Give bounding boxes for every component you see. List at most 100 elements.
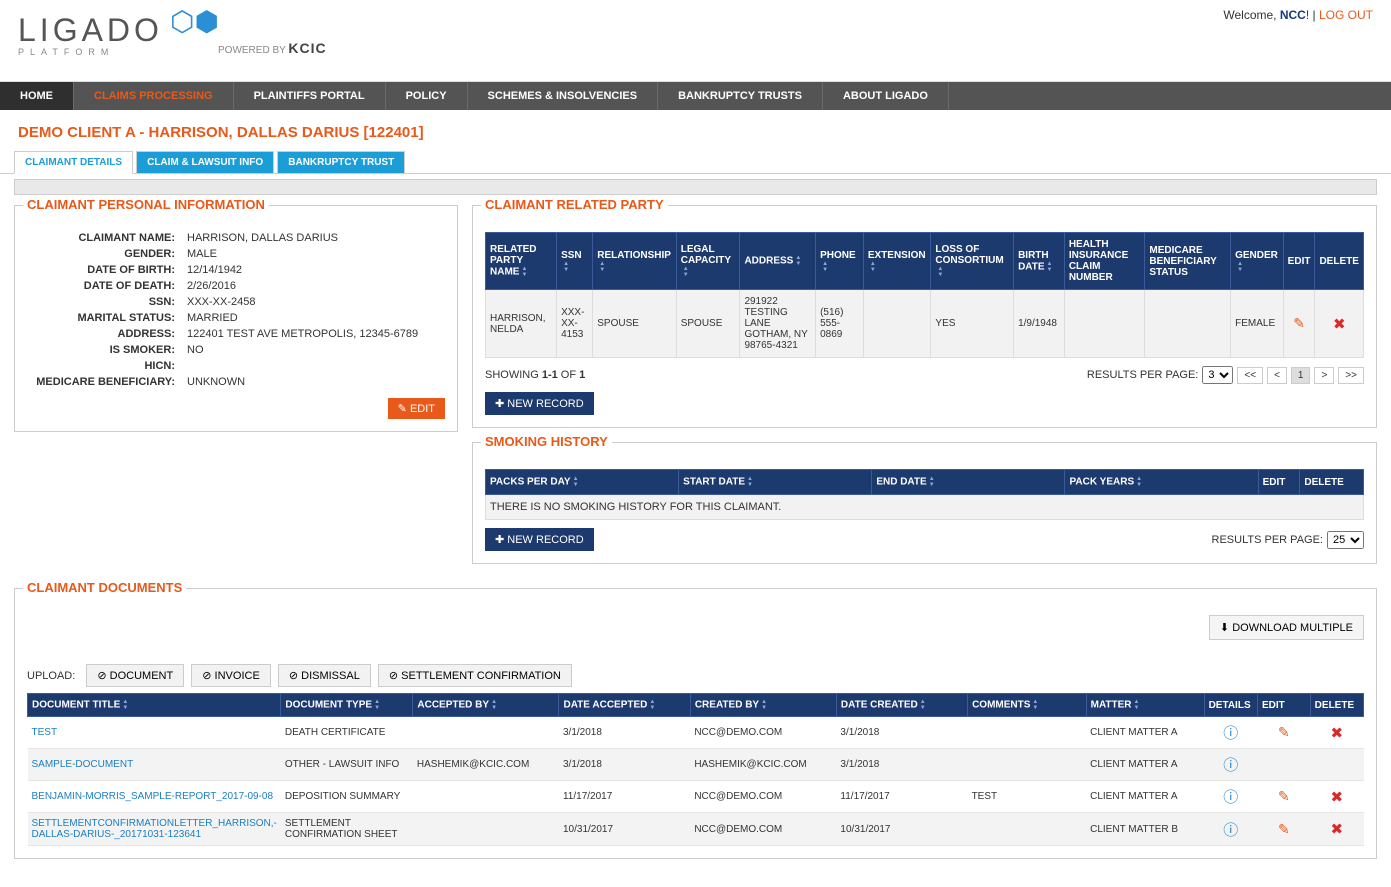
col-hicn[interactable]: HEALTH INSURANCE CLAIM NUMBER [1064, 233, 1145, 290]
info-icon[interactable]: ⓘ [1223, 822, 1238, 839]
cell-matter: CLIENT MATTER A [1086, 781, 1204, 813]
nav-bankruptcy-trusts[interactable]: BANKRUPTCY TRUSTS [658, 82, 823, 110]
download-multiple-button[interactable]: DOWNLOAD MULTIPLE [1209, 615, 1364, 640]
cell-date-created: 10/31/2017 [836, 813, 967, 846]
rpp-select[interactable]: 3 [1202, 366, 1233, 384]
cell-ssn: XXX-XX-4153 [557, 290, 593, 358]
tab-claimant-details[interactable]: CLAIMANT DETAILS [14, 151, 133, 174]
col-loss-consortium[interactable]: LOSS OF CONSORTIUM [931, 233, 1014, 290]
delete-icon[interactable]: ✖ [1331, 789, 1344, 806]
col-created-by[interactable]: CREATED BY [690, 694, 836, 717]
col-start[interactable]: START DATE [679, 470, 872, 495]
col-acc-date[interactable]: DATE ACCEPTED [559, 694, 690, 717]
main-nav: HOME CLAIMS PROCESSING PLAINTIFFS PORTAL… [0, 82, 1391, 110]
documents-table: DOCUMENT TITLE DOCUMENT TYPE ACCEPTED BY… [27, 693, 1364, 846]
col-phone[interactable]: PHONE [816, 233, 864, 290]
nav-policy[interactable]: POLICY [386, 82, 468, 110]
tab-claim-lawsuit[interactable]: CLAIM & LAWSUIT INFO [136, 151, 274, 173]
col-packs[interactable]: PACKS PER DAY [486, 470, 679, 495]
col-edit-d: EDIT [1257, 694, 1310, 717]
edit-icon[interactable]: ✎ [1278, 788, 1290, 804]
cell-acc-by [413, 781, 559, 813]
cell-gender: FEMALE [1231, 290, 1284, 358]
col-gender[interactable]: GENDER [1231, 233, 1284, 290]
nav-home[interactable]: HOME [0, 82, 74, 110]
col-medicare-status[interactable]: MEDICARE BENEFICIARY STATUS [1145, 233, 1231, 290]
nav-plaintiffs-portal[interactable]: PLAINTIFFS PORTAL [234, 82, 386, 110]
page-next[interactable]: > [1314, 367, 1334, 384]
edit-icon[interactable]: ✎ [1278, 821, 1290, 837]
cell-created-by: HASHEMIK@KCIC.COM [690, 749, 836, 781]
cell-date-created: 3/1/2018 [836, 717, 967, 749]
col-doc-title[interactable]: DOCUMENT TITLE [28, 694, 281, 717]
upload-dismissal-button[interactable]: DISMISSAL [278, 664, 371, 687]
welcome-text: Welcome, NCC! | LOG OUT [1223, 8, 1373, 22]
docs-legend: CLAIMANT DOCUMENTS [23, 580, 186, 595]
header: LIGADO PLATFORM ⬡⬢ POWERED BY KCIC Welco… [0, 0, 1391, 82]
doc-title-link[interactable]: SETTLEMENTCONFIRMATIONLETTER_HARRISON,-D… [32, 818, 277, 840]
col-legal-capacity[interactable]: LEGAL CAPACITY [676, 233, 740, 290]
info-icon[interactable]: ⓘ [1223, 789, 1238, 806]
col-edit: EDIT [1283, 233, 1315, 290]
page-last[interactable]: >> [1338, 367, 1364, 384]
new-record-smoking-button[interactable]: NEW RECORD [485, 528, 594, 551]
related-party-row: HARRISON, NELDA XXX-XX-4153 SPOUSE SPOUS… [486, 290, 1364, 358]
doc-title-link[interactable]: BENJAMIN-MORRIS_SAMPLE-REPORT_2017-09-08 [32, 791, 274, 802]
page-current[interactable]: 1 [1291, 367, 1311, 384]
doc-title-link[interactable]: SAMPLE-DOCUMENT [32, 759, 134, 770]
rpp-select-sm[interactable]: 25 [1327, 531, 1364, 549]
col-pack-years[interactable]: PACK YEARS [1065, 470, 1258, 495]
nav-about[interactable]: ABOUT LIGADO [823, 82, 949, 110]
edit-icon[interactable]: ✎ [1293, 315, 1305, 331]
col-comments[interactable]: COMMENTS [968, 694, 1087, 717]
showing-text: SHOWING 1-1 OF 1 [485, 369, 585, 381]
col-acc-by[interactable]: ACCEPTED BY [413, 694, 559, 717]
page-first[interactable]: << [1237, 367, 1263, 384]
cell-comments: TEST [968, 781, 1087, 813]
logo: LIGADO PLATFORM [18, 12, 163, 57]
delete-icon[interactable]: ✖ [1333, 316, 1346, 333]
label-ssn: SSN: [27, 296, 187, 308]
col-matter[interactable]: MATTER [1086, 694, 1204, 717]
personal-info-panel: CLAIMANT PERSONAL INFORMATION CLAIMANT N… [14, 205, 458, 432]
logo-text: LIGADO [18, 12, 163, 49]
col-ssn[interactable]: SSN [557, 233, 593, 290]
value-marital: MARRIED [187, 312, 445, 324]
col-end[interactable]: END DATE [872, 470, 1065, 495]
upload-settlement-button[interactable]: SETTLEMENT CONFIRMATION [378, 664, 572, 687]
col-relationship[interactable]: RELATIONSHIP [593, 233, 676, 290]
new-record-related-button[interactable]: NEW RECORD [485, 392, 594, 415]
col-related-name[interactable]: RELATED PARTY NAME [486, 233, 557, 290]
page-prev[interactable]: < [1267, 367, 1287, 384]
cell-comments [968, 813, 1087, 846]
info-icon[interactable]: ⓘ [1223, 757, 1238, 774]
edit-personal-button[interactable]: EDIT [388, 398, 445, 419]
label-dob: DATE OF BIRTH: [27, 264, 187, 276]
info-icon[interactable]: ⓘ [1223, 725, 1238, 742]
smoking-empty: THERE IS NO SMOKING HISTORY FOR THIS CLA… [486, 495, 1364, 520]
value-dob: 12/14/1942 [187, 264, 445, 276]
upload-document-button[interactable]: DOCUMENT [86, 664, 184, 687]
nav-schemes[interactable]: SCHEMES & INSOLVENCIES [468, 82, 659, 110]
col-doc-type[interactable]: DOCUMENT TYPE [281, 694, 413, 717]
cell-date-created: 3/1/2018 [836, 749, 967, 781]
cell-comments [968, 717, 1087, 749]
col-address[interactable]: ADDRESS [740, 233, 816, 290]
cell-created-by: NCC@DEMO.COM [690, 781, 836, 813]
col-date-created[interactable]: DATE CREATED [836, 694, 967, 717]
delete-icon[interactable]: ✖ [1331, 821, 1344, 838]
value-ssn: XXX-XX-2458 [187, 296, 445, 308]
col-birth-date[interactable]: BIRTH DATE [1014, 233, 1065, 290]
logout-link[interactable]: LOG OUT [1319, 8, 1373, 22]
upload-invoice-button[interactable]: INVOICE [191, 664, 271, 687]
tab-bankruptcy-trust[interactable]: BANKRUPTCY TRUST [277, 151, 405, 173]
delete-icon[interactable]: ✖ [1331, 725, 1344, 742]
cell-matter: CLIENT MATTER A [1086, 749, 1204, 781]
nav-claims-processing[interactable]: CLAIMS PROCESSING [74, 82, 234, 110]
cell-acc-date: 10/31/2017 [559, 813, 690, 846]
doc-title-link[interactable]: TEST [32, 727, 58, 738]
upload-row: UPLOAD: DOCUMENT INVOICE DISMISSAL SETTL… [27, 664, 1364, 687]
label-dod: DATE OF DEATH: [27, 280, 187, 292]
col-extension[interactable]: EXTENSION [863, 233, 931, 290]
edit-icon[interactable]: ✎ [1278, 724, 1290, 740]
